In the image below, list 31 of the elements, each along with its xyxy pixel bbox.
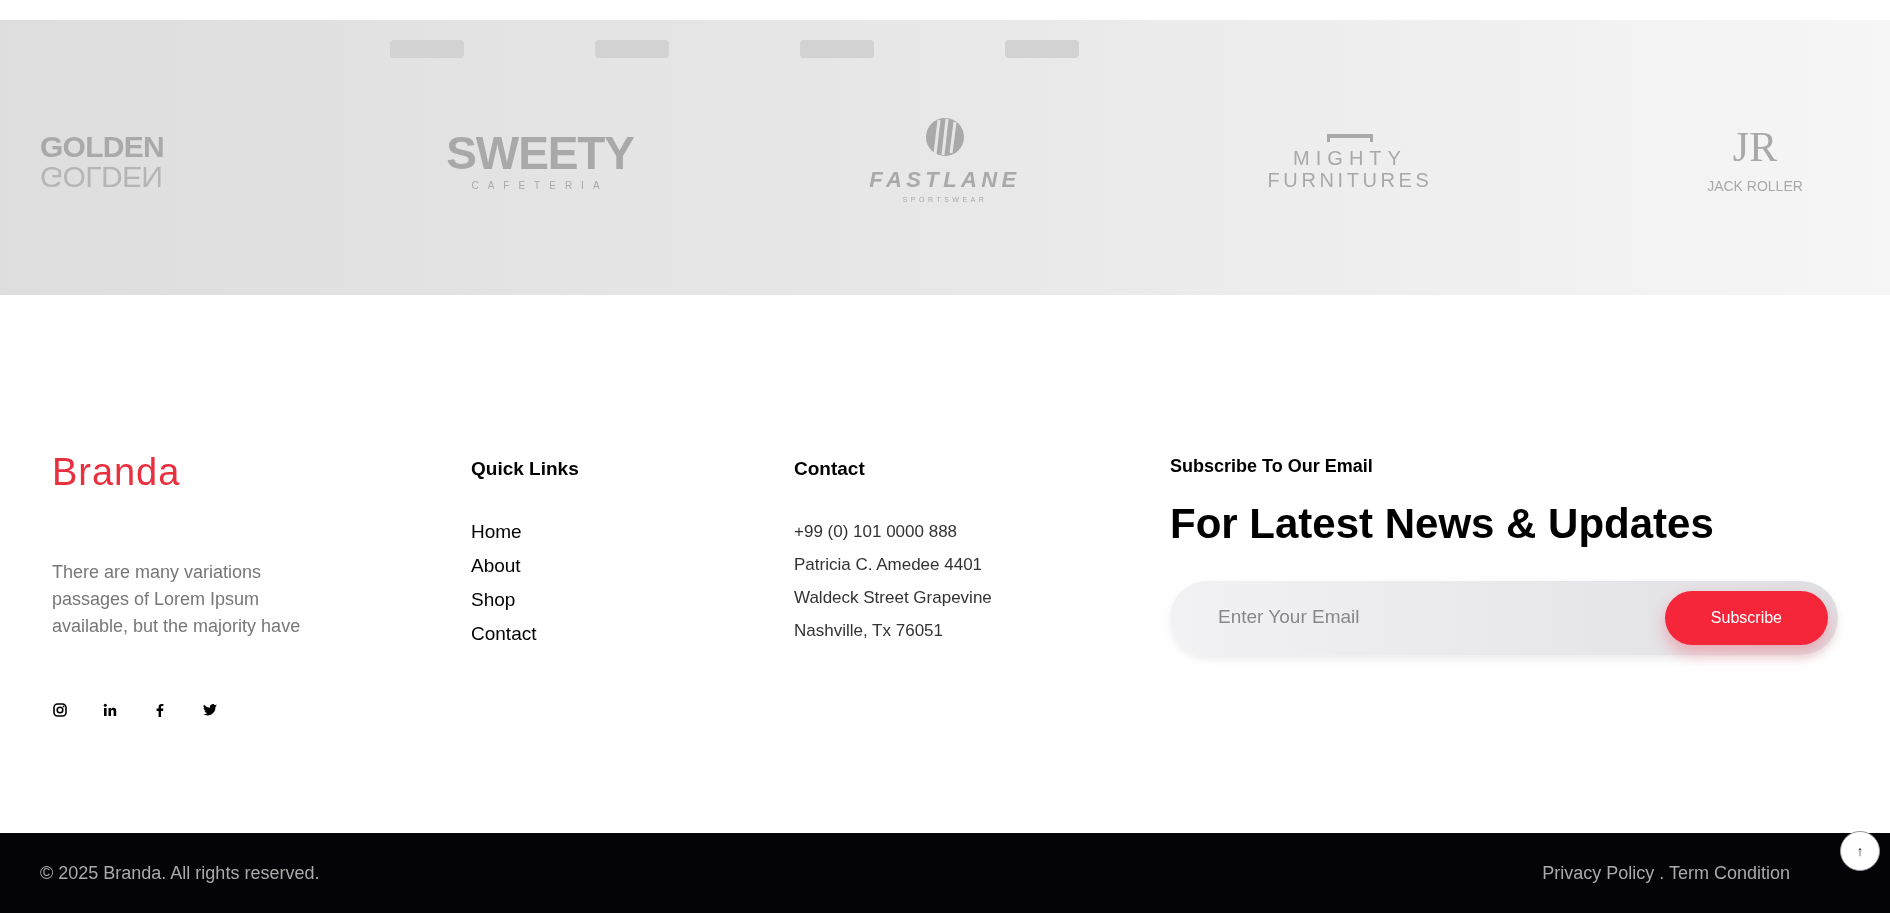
brand-logo-text: JR [1732,126,1778,168]
bench-icon [1327,133,1373,142]
subscribe-button[interactable]: Subscribe [1664,590,1828,645]
column-heading: Quick Links [471,457,580,481]
contact-line: Nashville, Tx 76051 [794,619,944,642]
footer-link[interactable]: About [471,553,521,578]
footer-link[interactable]: Contact [471,621,537,646]
linkedin-icon[interactable] [102,702,118,718]
striped-ball-icon [925,117,965,158]
column-heading: Contact [794,457,866,481]
brand-logo-tagline: FURNITURES [1267,169,1433,190]
contact-line: Waldeck Street Grapevine [794,586,993,609]
brand-logo-text: FASTLANE [869,169,1021,192]
contact-line: +99 (0) 101 0000 888 [794,520,959,543]
newsletter-heading: For Latest News & Updates [1170,499,1715,549]
scroll-top-button[interactable]: ↑ [1840,831,1880,871]
legal-links[interactable]: Privacy Policy . Term Condition [1542,859,1790,887]
copyright-text: © 2025 Branda. All rights reserved. [40,861,320,885]
contact-line: Patricia C. Amedee 4401 [794,553,984,576]
footer-link[interactable]: Shop [471,587,516,612]
twitter-icon[interactable] [202,702,218,718]
column-heading: Subscribe To Our Email [1170,455,1374,478]
brand-logo-tagline: JACK ROLLER [1707,177,1803,196]
footer-link[interactable]: Home [471,519,522,544]
about-text: There are many variations passages of Lorem Ipsum available, but the majority have [52,561,302,638]
email-form[interactable]: Enter Your Email Subscribe [1170,580,1838,655]
brand-logo-tagline: CAFETERIA [471,179,609,193]
footer-logo[interactable]: Branda [52,453,471,491]
instagram-icon[interactable] [52,702,68,718]
brand-logo-text: MIGHTY [1293,147,1407,168]
brand-logo-text: SWEETY [446,130,634,176]
